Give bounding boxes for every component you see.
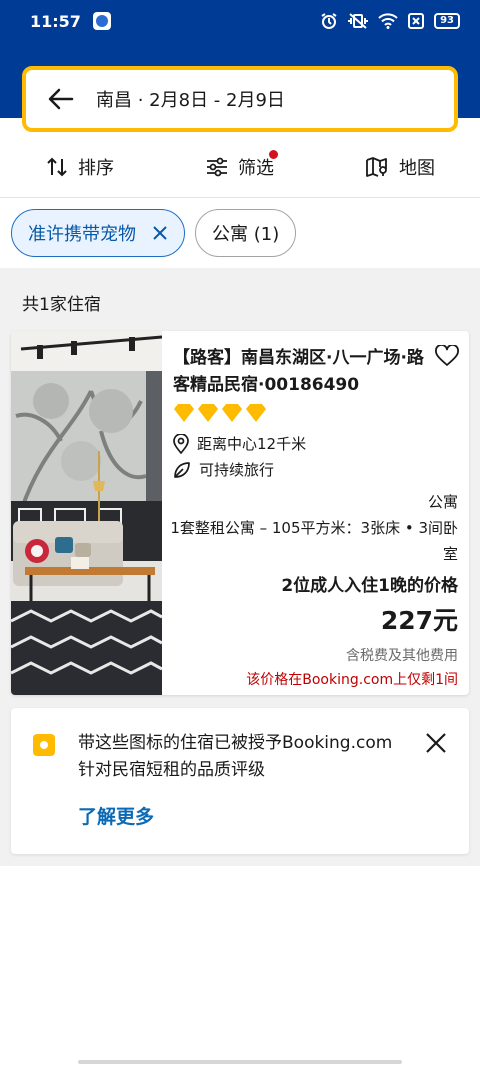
alarm-icon bbox=[321, 13, 337, 29]
status-icons: 93 bbox=[320, 12, 460, 30]
chip-pets-label: 准许携带宠物 bbox=[28, 224, 136, 245]
price: 227元 bbox=[380, 606, 458, 635]
results-count: 共1家住宿 bbox=[22, 295, 101, 315]
distance-text: 距离中心12千米 bbox=[197, 435, 307, 453]
quality-diamond-icon bbox=[246, 404, 266, 422]
back-arrow-icon[interactable] bbox=[46, 84, 76, 114]
status-bar: 11:57 93 bbox=[0, 0, 480, 42]
chip-pets-allowed[interactable]: 准许携带宠物 bbox=[11, 209, 185, 257]
map-label: 地图 bbox=[399, 157, 435, 179]
filter-active-dot bbox=[269, 150, 278, 159]
home-indicator[interactable] bbox=[78, 1060, 402, 1064]
filter-sliders-icon bbox=[207, 157, 227, 176]
quality-diamond-icon bbox=[174, 404, 194, 422]
close-icon[interactable] bbox=[425, 732, 447, 754]
sort-label: 排序 bbox=[78, 157, 114, 179]
map-button[interactable]: 地图 bbox=[320, 136, 480, 197]
info-text: 带这些图标的住宿已被授予Booking.com针对民宿短租的品质评级 bbox=[78, 733, 393, 780]
results-area: 共1家住宿 【路客】南昌东湖区·八一广场·路客精品民宿·00186490 距离中… bbox=[0, 268, 480, 866]
status-time: 11:57 bbox=[30, 11, 81, 31]
quality-info-card: 带这些图标的住宿已被授予Booking.com针对民宿短租的品质评级 了解更多 bbox=[11, 708, 469, 854]
heart-icon[interactable] bbox=[435, 345, 459, 367]
property-title[interactable]: 【路客】南昌东湖区·八一广场·路客精品民宿·00186490 bbox=[173, 345, 435, 399]
chip-apartment[interactable]: 公寓 (1) bbox=[195, 209, 297, 257]
unit-type: 公寓 bbox=[427, 493, 458, 511]
sustainable-row: 可持续旅行 bbox=[173, 459, 274, 480]
sustainable-text: 可持续旅行 bbox=[199, 461, 275, 479]
app-notification-icon bbox=[92, 12, 111, 30]
results-toolbar: 排序 筛选 地图 bbox=[0, 136, 480, 198]
remove-chip-icon[interactable] bbox=[152, 225, 168, 241]
quality-rating bbox=[173, 403, 267, 423]
unit-description: 1套整租公寓 – 105平方米：3张床 • 3间卧室 bbox=[170, 519, 458, 563]
quality-diamond-icon bbox=[222, 404, 242, 422]
sort-icon bbox=[47, 157, 67, 176]
sort-button[interactable]: 排序 bbox=[0, 136, 160, 197]
learn-more-link[interactable]: 了解更多 bbox=[78, 802, 154, 829]
vibrate-icon bbox=[348, 13, 369, 29]
leaf-icon bbox=[174, 461, 190, 478]
property-details: 【路客】南昌东湖区·八一广场·路客精品民宿·00186490 距离中心12千米 … bbox=[162, 331, 469, 695]
chip-apartment-label: 公寓 (1) bbox=[212, 224, 280, 245]
distance-row: 距离中心12千米 bbox=[173, 433, 306, 454]
search-summary[interactable]: 南昌 · 2月8日 - 2月9日 bbox=[96, 86, 285, 112]
tax-note: 含税费及其他费用 bbox=[346, 648, 458, 664]
filter-label: 筛选 bbox=[238, 157, 274, 179]
quality-diamond-icon bbox=[198, 404, 218, 422]
wifi-icon bbox=[378, 13, 398, 29]
map-icon bbox=[366, 156, 387, 177]
battery-icon: 93 bbox=[434, 13, 460, 29]
filter-button[interactable]: 筛选 bbox=[160, 136, 320, 197]
location-pin-icon bbox=[173, 433, 189, 454]
search-box[interactable]: 南昌 · 2月8日 - 2月9日 bbox=[22, 66, 458, 132]
scarcity-message: 该价格在Booking.com上仅剩1间 bbox=[246, 672, 458, 688]
property-photo[interactable] bbox=[11, 331, 162, 695]
sim-icon bbox=[408, 13, 425, 29]
filter-chips: 准许携带宠物 公寓 (1) bbox=[0, 198, 480, 268]
price-label: 2位成人入住1晚的价格 bbox=[281, 576, 458, 596]
property-card[interactable]: 【路客】南昌东湖区·八一广场·路客精品民宿·00186490 距离中心12千米 … bbox=[11, 331, 469, 695]
quality-badge-icon bbox=[33, 734, 55, 756]
